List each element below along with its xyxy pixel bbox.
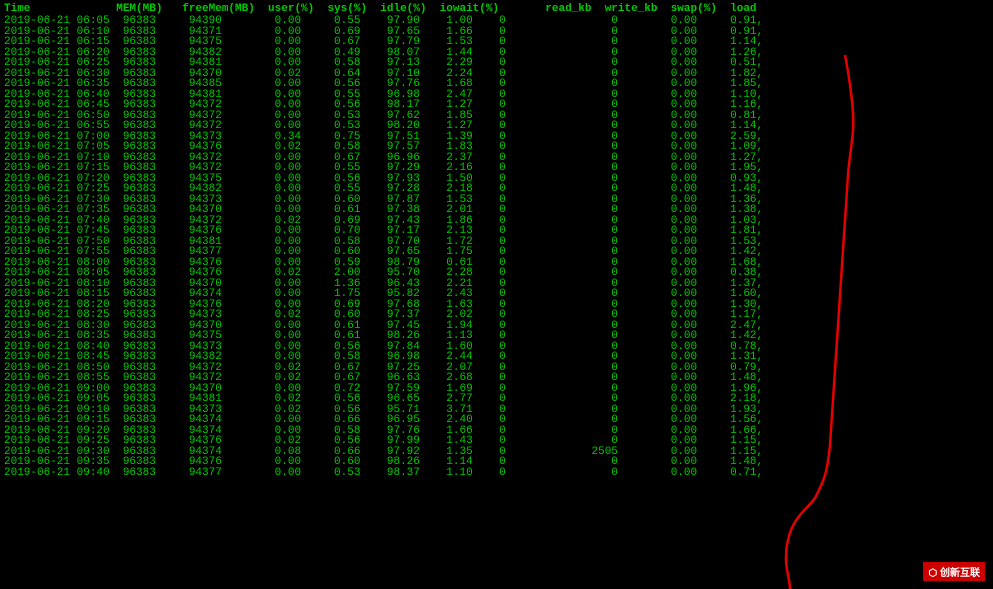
table-row: 2019-06-21 07:45 96383 94376 0.00 0.70 9… [4,226,989,237]
table-row: 2019-06-21 06:05 96383 94390 0.00 0.55 9… [4,16,989,27]
table-row: 2019-06-21 06:25 96383 94381 0.00 0.58 9… [4,58,989,69]
terminal-window: Time MEM(MB) freeMem(MB) user(%) sys(%) … [0,0,993,589]
watermark-icon: ⬡ [928,568,937,579]
table-row: 2019-06-21 07:55 96383 94377 0.00 0.60 9… [4,247,989,258]
watermark: ⬡ 创新互联 [923,562,985,581]
table-row: 2019-06-21 06:15 96383 94375 0.00 0.67 9… [4,37,989,48]
table-header: Time MEM(MB) freeMem(MB) user(%) sys(%) … [4,2,989,16]
table-row: 2019-06-21 06:55 96383 94372 0.00 0.53 9… [4,121,989,132]
table-row: 2019-06-21 08:35 96383 94375 0.00 0.61 9… [4,331,989,342]
table-row: 2019-06-21 08:25 96383 94373 0.02 0.60 9… [4,310,989,321]
table-row: 2019-06-21 07:15 96383 94372 0.00 0.55 9… [4,163,989,174]
table-row: 2019-06-21 08:45 96383 94382 0.00 0.58 9… [4,352,989,363]
table-row: 2019-06-21 07:35 96383 94370 0.00 0.61 9… [4,205,989,216]
table-row: 2019-06-21 09:40 96383 94377 0.00 0.53 9… [4,468,989,479]
watermark-label: 创新互联 [940,568,980,579]
table-row: 2019-06-21 07:05 96383 94376 0.02 0.58 9… [4,142,989,153]
table-row: 2019-06-21 06:45 96383 94372 0.00 0.56 9… [4,100,989,111]
table-row: 2019-06-21 09:35 96383 94376 0.00 0.60 9… [4,457,989,468]
table-row: 2019-06-21 09:05 96383 94381 0.02 0.56 9… [4,394,989,405]
table-row: 2019-06-21 08:05 96383 94376 0.02 2.00 9… [4,268,989,279]
table-row: 2019-06-21 09:25 96383 94376 0.02 0.56 9… [4,436,989,447]
table-row: 2019-06-21 07:25 96383 94382 0.00 0.55 9… [4,184,989,195]
watermark-logo: ⬡ 创新互联 [923,562,985,581]
table-row: 2019-06-21 09:15 96383 94374 0.00 0.66 9… [4,415,989,426]
table-row: 2019-06-21 06:35 96383 94385 0.00 0.56 9… [4,79,989,90]
table-row: 2019-06-21 08:55 96383 94372 0.02 0.67 9… [4,373,989,384]
table-row: 2019-06-21 08:15 96383 94374 0.00 1.75 9… [4,289,989,300]
data-rows-container: 2019-06-21 06:05 96383 94390 0.00 0.55 9… [4,16,989,478]
